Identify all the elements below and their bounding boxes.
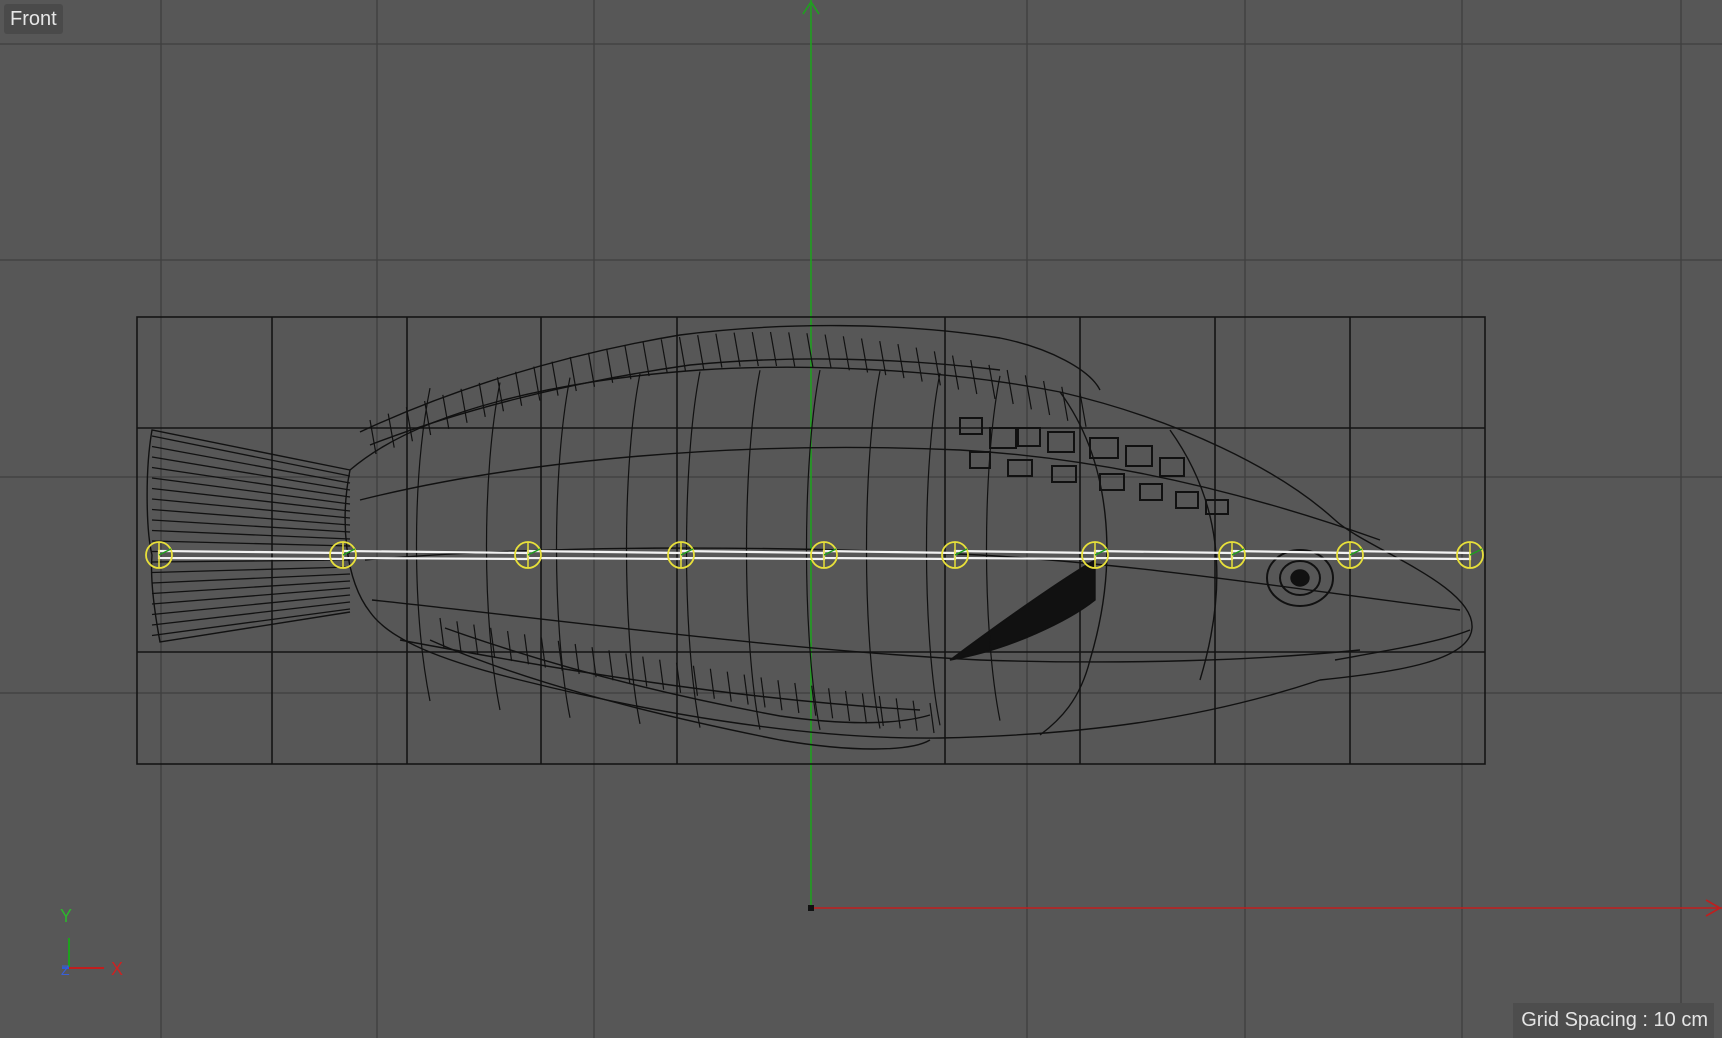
bone (1230, 549, 1352, 561)
grid-spacing-readout: Grid Spacing : 10 cm (1513, 1003, 1714, 1038)
fin-ray (151, 529, 351, 540)
fin-ray (151, 456, 351, 491)
gizmo-x-label: X (111, 959, 123, 979)
dorsal-fin-rays (369, 331, 1087, 455)
fin-ray (456, 621, 462, 652)
fish-wireframe-mesh[interactable] (146, 324, 1473, 750)
fin-ray (151, 559, 351, 563)
world-x-axis (808, 899, 1722, 917)
joint[interactable] (941, 541, 969, 569)
fin-ray (951, 355, 960, 390)
fin-ray (860, 338, 869, 373)
fin-ray (506, 630, 513, 662)
fin-ray (151, 435, 351, 477)
fin-ray (523, 634, 530, 665)
view-name-label[interactable]: Front (4, 4, 63, 34)
fin-ray (895, 698, 901, 729)
cross-section-line (865, 370, 881, 729)
fin-ray (151, 540, 351, 547)
dorsal-fin (359, 324, 1101, 433)
joint[interactable] (810, 541, 838, 569)
bone (1093, 549, 1234, 561)
bone (526, 549, 683, 561)
fin-ray (151, 580, 351, 595)
fin-ray (151, 594, 351, 616)
fin-ray (478, 382, 486, 418)
fin-ray (424, 400, 432, 436)
fin-ray (151, 508, 351, 526)
fin-ray (726, 671, 732, 702)
fin-ray (1024, 375, 1032, 410)
bone (1348, 549, 1472, 561)
fin-ray (912, 700, 918, 731)
fin-ray (1061, 386, 1069, 421)
fin-ray (659, 659, 665, 690)
fin-ray (1042, 380, 1051, 416)
fin-ray (515, 371, 523, 406)
fin-ray (842, 336, 850, 371)
joint[interactable] (667, 541, 695, 569)
cross-section-line (485, 382, 501, 711)
fin-ray (777, 680, 783, 711)
anal-fin (429, 639, 931, 750)
joint[interactable] (329, 541, 357, 569)
fish-mouth (1334, 629, 1471, 661)
fin-ray (970, 359, 978, 395)
fin-ray (442, 394, 450, 429)
joint[interactable] (145, 541, 173, 569)
fin-ray (642, 656, 648, 687)
fin-ray (151, 498, 351, 519)
cross-section-line (745, 370, 761, 730)
fin-ray (460, 388, 468, 423)
axis-gizmo: Y X Z (60, 906, 123, 979)
fin-ray (624, 345, 632, 380)
joint[interactable] (1081, 541, 1109, 569)
fin-ray (709, 668, 715, 699)
joint[interactable] (1218, 541, 1246, 569)
joint[interactable] (514, 541, 542, 569)
fin-ray (788, 332, 796, 367)
bone (157, 549, 345, 561)
fin-ray (844, 690, 851, 722)
fin-ray (769, 331, 778, 367)
cross-section-line (415, 387, 431, 702)
bone (822, 549, 957, 561)
joint[interactable] (1336, 541, 1364, 569)
fin-ray (861, 693, 868, 724)
gizmo-y-label: Y (60, 906, 72, 926)
fin-ray (915, 347, 923, 382)
viewport-canvas[interactable]: Y X Z (0, 0, 1722, 1038)
fin-ray (642, 341, 650, 377)
pectoral-fin (949, 558, 1096, 661)
world-y-axis (802, 0, 820, 908)
fin-ray (794, 682, 800, 714)
joint[interactable] (1456, 541, 1484, 569)
fin-ray (929, 702, 935, 734)
gizmo-z-label: Z (61, 962, 70, 978)
fin-ray (933, 351, 941, 386)
fin-ray (806, 333, 814, 368)
fin-ray (151, 573, 351, 584)
fin-ray (151, 566, 351, 574)
fin-ray (151, 587, 351, 605)
fin-ray (439, 617, 445, 649)
bone (679, 549, 826, 561)
caudal-fin-rays (151, 435, 351, 637)
front-viewport[interactable]: Y X Z Front Grid Spacing : 10 cm (0, 0, 1722, 1038)
fin-ray (878, 695, 884, 727)
fin-ray (824, 334, 832, 369)
background-grid (0, 0, 1722, 1038)
fin-ray (533, 366, 541, 401)
fin-ray (151, 519, 351, 533)
cross-section-line (925, 372, 941, 726)
fin-ray (1006, 369, 1014, 405)
fin-ray (743, 674, 749, 705)
